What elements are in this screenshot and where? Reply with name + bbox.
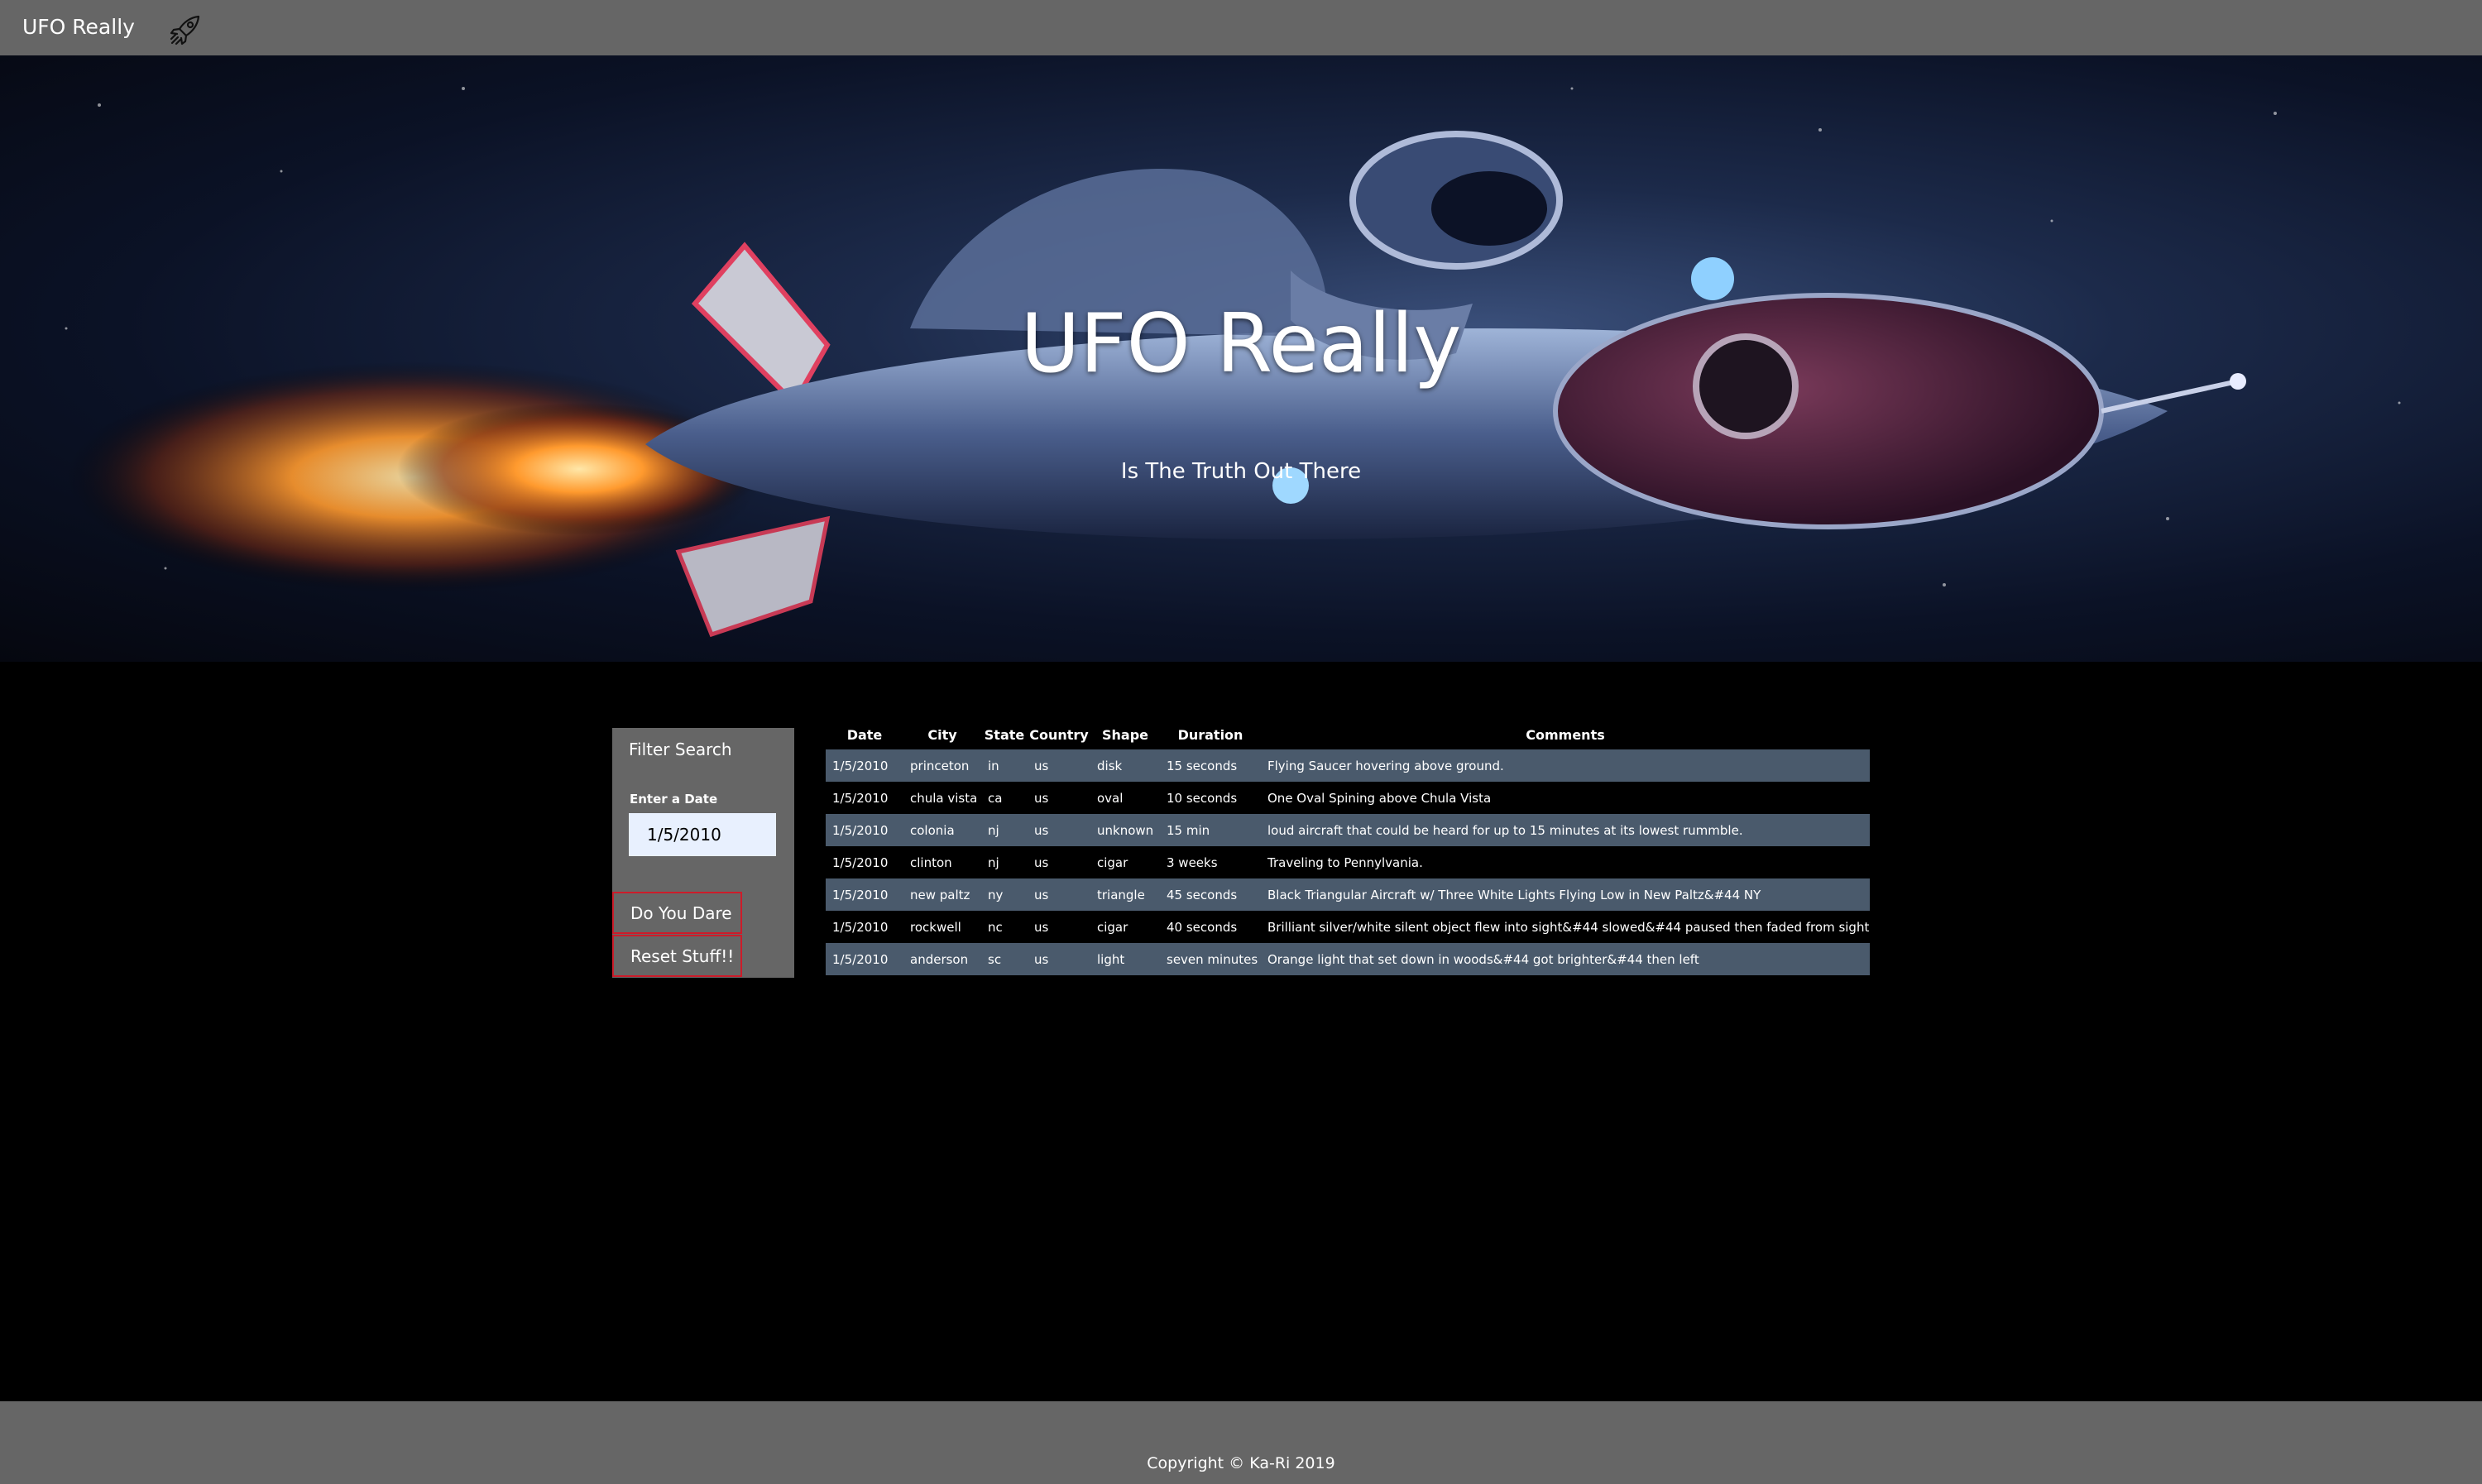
navbar: UFO Really [0,0,2482,55]
cell-shape: triangle [1090,878,1160,911]
cell-duration: 45 seconds [1160,878,1261,911]
cell-comments: Orange light that set down in woods&#44 … [1261,943,1870,975]
cell-shape: oval [1090,782,1160,814]
cell-city: chula vista [903,782,981,814]
hero-title: UFO Really [1020,297,1462,391]
brand-link[interactable]: UFO Really [22,13,135,41]
cell-comments: One Oval Spining above Chula Vista [1261,782,1870,814]
cell-city: new paltz [903,878,981,911]
cell-shape: unknown [1090,814,1160,846]
cell-date: 1/5/2010 [826,943,903,975]
cell-comments: Brilliant silver/white silent object fle… [1261,911,1870,943]
cell-shape: light [1090,943,1160,975]
cell-shape: cigar [1090,846,1160,878]
rocket-icon[interactable] [165,10,205,50]
copyright-text: Copyright © Ka-Ri 2019 [1147,1454,1335,1472]
filter-title: Filter Search [629,740,732,759]
cell-state: ny [981,878,1028,911]
header-comments: Comments [1526,726,1605,743]
cell-date: 1/5/2010 [826,749,903,782]
cell-date: 1/5/2010 [826,814,903,846]
cell-duration: 15 seconds [1160,749,1261,782]
date-input[interactable] [629,813,776,856]
cell-country: us [1028,782,1090,814]
cell-state: sc [981,943,1028,975]
cell-city: clinton [903,846,981,878]
cell-comments: Flying Saucer hovering above ground. [1261,749,1870,782]
cell-country: us [1028,749,1090,782]
cell-duration: 3 weeks [1160,846,1261,878]
cell-duration: seven minutes [1160,943,1261,975]
ufo-table: Date City State Country Shape Duration C… [826,720,1870,975]
cell-city: rockwell [903,911,981,943]
cell-date: 1/5/2010 [826,846,903,878]
table-row: 1/5/2010 chula vista ca us oval 10 secon… [826,782,1870,814]
cell-date: 1/5/2010 [826,878,903,911]
table-header-row: Date City State Country Shape Duration C… [826,720,1870,749]
cell-duration: 10 seconds [1160,782,1261,814]
cell-shape: cigar [1090,911,1160,943]
header-shape: Shape [1101,726,1148,743]
reset-button[interactable]: Reset Stuff!! [612,935,742,977]
cell-state: nj [981,846,1028,878]
cell-state: ca [981,782,1028,814]
table-row: 1/5/2010 anderson sc us light seven minu… [826,943,1870,975]
cell-city: colonia [903,814,981,846]
cell-city: anderson [903,943,981,975]
cell-duration: 40 seconds [1160,911,1261,943]
table-row: 1/5/2010 rockwell nc us cigar 40 seconds… [826,911,1870,943]
hero-banner: UFO Really Is The Truth Out There [0,55,2482,662]
header-date: Date [846,726,883,743]
filter-button[interactable]: Do You Dare [612,892,742,934]
cell-state: in [981,749,1028,782]
header-duration: Duration [1177,726,1243,743]
table-row: 1/5/2010 princeton in us disk 15 seconds… [826,749,1870,782]
cell-shape: disk [1090,749,1160,782]
cell-state: nc [981,911,1028,943]
date-label: Enter a Date [630,792,718,807]
header-city: City [927,726,957,743]
filter-panel: Filter Search Enter a Date Do You Dare R… [612,728,794,978]
cell-comments: Black Triangular Aircraft w/ Three White… [1261,878,1870,911]
cell-state: nj [981,814,1028,846]
cell-comments: loud aircraft that could be heard for up… [1261,814,1870,846]
cell-date: 1/5/2010 [826,911,903,943]
footer: Copyright © Ka-Ri 2019 [0,1401,2482,1484]
cell-country: us [1028,878,1090,911]
cell-duration: 15 min [1160,814,1261,846]
cell-date: 1/5/2010 [826,782,903,814]
table-row: 1/5/2010 clinton nj us cigar 3 weeks Tra… [826,846,1870,878]
table-row: 1/5/2010 colonia nj us unknown 15 min lo… [826,814,1870,846]
table-row: 1/5/2010 new paltz ny us triangle 45 sec… [826,878,1870,911]
header-state: State [984,726,1025,743]
cell-country: us [1028,911,1090,943]
hero-subtitle: Is The Truth Out There [1120,459,1362,484]
cell-country: us [1028,943,1090,975]
header-country: Country [1029,726,1089,743]
cell-city: princeton [903,749,981,782]
cell-comments: Traveling to Pennylvania. [1261,846,1870,878]
cell-country: us [1028,846,1090,878]
cell-country: us [1028,814,1090,846]
